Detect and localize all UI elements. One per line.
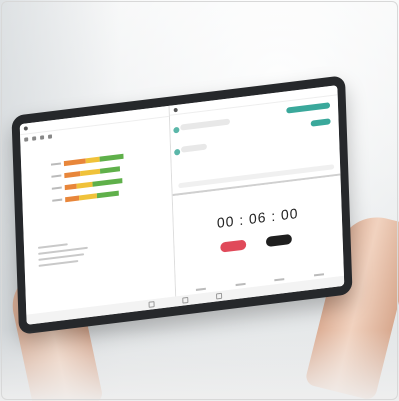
bar-segment	[92, 177, 123, 187]
pen-icon	[24, 136, 29, 142]
back-nav-icon	[215, 292, 223, 300]
tab-world-clock	[235, 282, 246, 287]
bar-segment	[80, 168, 101, 176]
home-icon	[182, 296, 189, 304]
text-icon	[32, 135, 37, 141]
bar-label	[51, 174, 62, 178]
select-icon	[47, 133, 53, 139]
bar-label	[50, 162, 61, 166]
notes-app-pane	[19, 105, 177, 315]
bar-segment	[64, 183, 77, 190]
bar-chart-sketch	[50, 148, 152, 208]
bar-segment	[65, 194, 80, 202]
bar-segment	[63, 157, 86, 166]
bar-segment	[85, 156, 100, 163]
message-bubble-out	[310, 118, 331, 127]
tab-alarm	[195, 287, 206, 291]
photo-scene: 00 : 06 : 00	[0, 0, 399, 401]
foreground-fade	[0, 330, 399, 401]
bar-segment	[76, 181, 93, 189]
tablet-screen: 00 : 06 : 00	[19, 85, 345, 325]
note-line	[38, 260, 79, 267]
back-icon	[173, 107, 178, 112]
message-bubble-in	[180, 118, 231, 131]
eraser-icon	[40, 134, 45, 140]
avatar	[173, 126, 180, 134]
timer-display: 00 : 06 : 00	[216, 204, 299, 231]
message-bubble-in	[180, 143, 207, 153]
notes-list	[37, 237, 89, 271]
tab-timer	[313, 273, 324, 277]
back-icon	[23, 126, 28, 131]
bar-segment	[99, 153, 124, 162]
bar-segment	[78, 192, 98, 200]
note-line	[37, 243, 68, 249]
tablet-device: 00 : 06 : 00	[11, 75, 353, 335]
start-button	[220, 239, 247, 253]
bar-segment	[99, 165, 121, 174]
cancel-button	[265, 233, 293, 248]
message-bubble-out	[286, 102, 331, 114]
avatar	[174, 148, 181, 156]
bar-segment	[64, 170, 81, 178]
tab-stopwatch	[274, 278, 285, 282]
recents-icon	[148, 301, 155, 308]
bar-label	[52, 198, 63, 202]
bar-label	[51, 186, 62, 190]
bar-segment	[96, 190, 119, 198]
